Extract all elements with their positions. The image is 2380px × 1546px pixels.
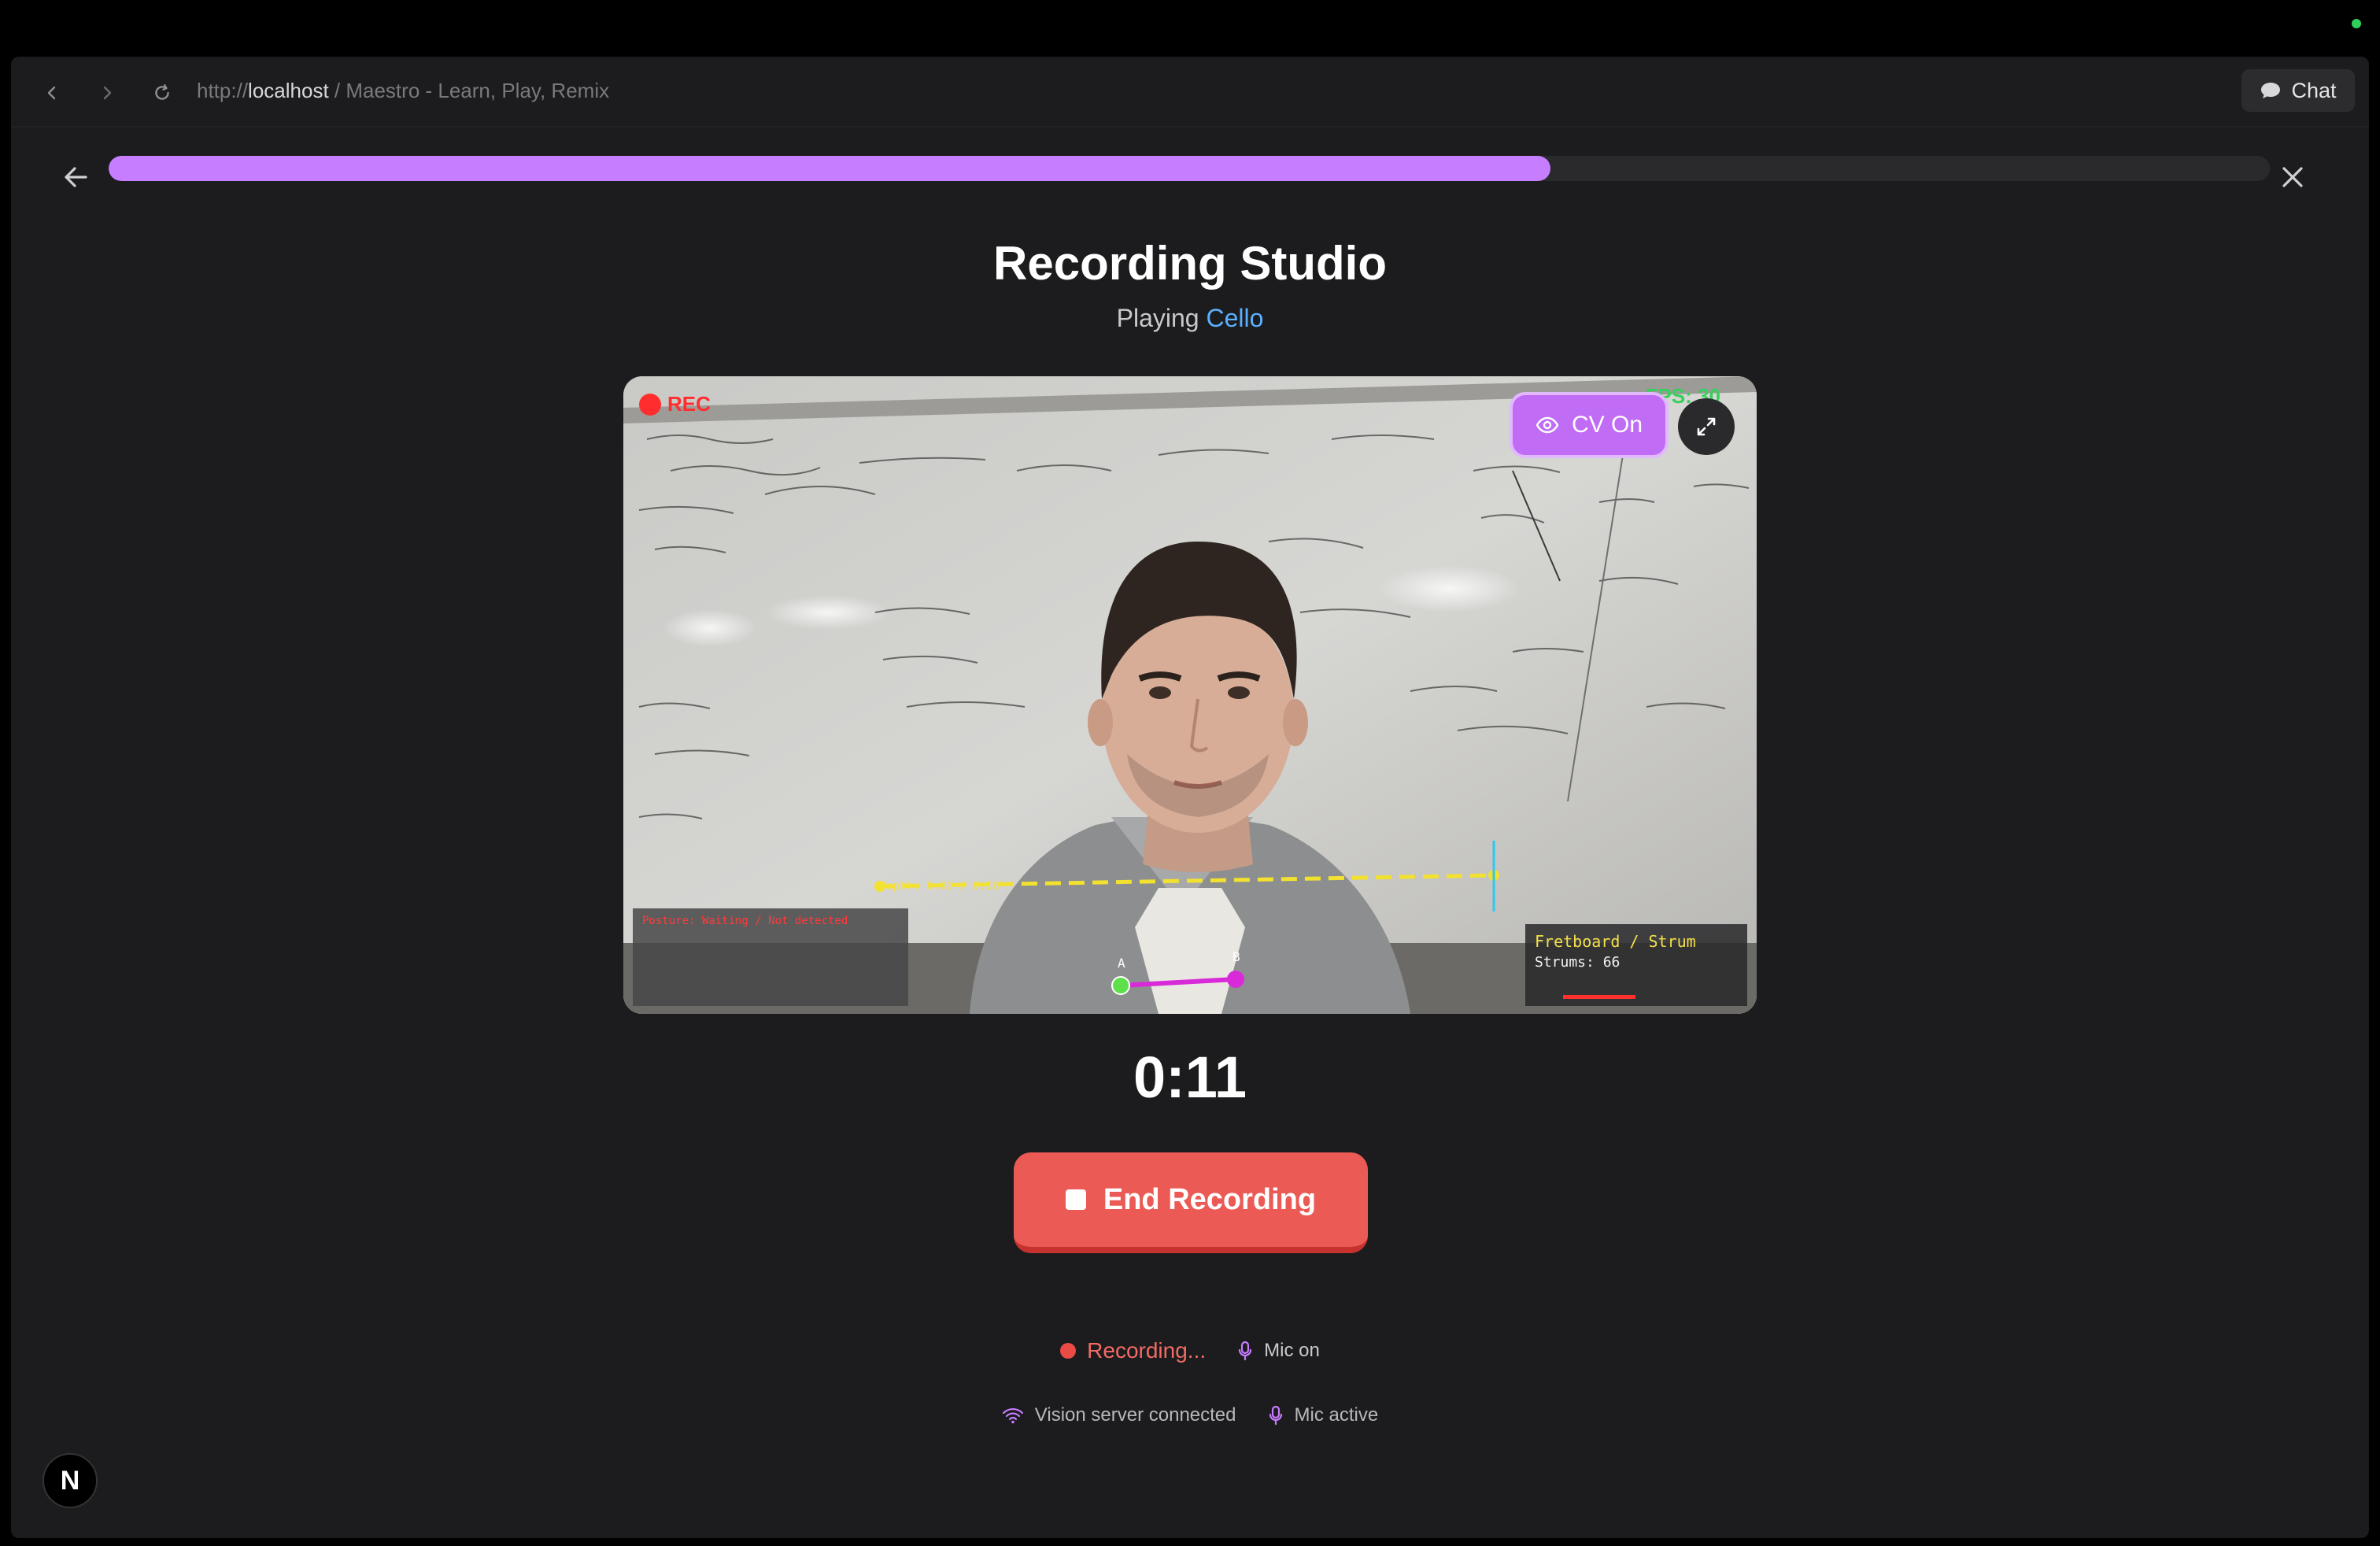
microphone-icon [1269, 1405, 1282, 1426]
posture-overlay-text: Posture: Waiting / Not detected [642, 915, 848, 927]
stop-icon [1065, 1189, 1086, 1210]
recording-status-row: Recording... Mic on [11, 1338, 2369, 1363]
camera-feed: REC FPS: 30 CV On Depth: 0.00 / 0.00 Pos… [623, 376, 1757, 1014]
lesson-progress-bar [109, 156, 2270, 181]
instrument-name: Cello [1206, 304, 1264, 332]
cv-toggle-label: CV On [1571, 412, 1643, 438]
lesson-back-button[interactable] [49, 150, 104, 205]
browser-window: http://localhost / Maestro - Learn, Play… [11, 57, 2369, 1538]
page-title: Recording Studio [993, 237, 1387, 290]
rec-dot-icon [639, 393, 661, 416]
strum-overlay-panel: Fretboard / Strum Strums: 66 [1525, 924, 1747, 1006]
close-icon [2282, 167, 2303, 187]
eye-icon [1536, 416, 1559, 434]
nextjs-devtools-button[interactable]: N [42, 1453, 98, 1508]
mic-active-status: Mic active [1268, 1404, 1379, 1426]
expand-icon [1697, 417, 1716, 436]
vision-status-text: Vision server connected [1034, 1404, 1236, 1426]
rec-label: REC [667, 392, 711, 416]
chat-button[interactable]: Chat [2241, 69, 2355, 112]
recording-timer: 0:11 [1133, 1045, 1247, 1110]
recording-status-text: Recording... [1087, 1338, 1207, 1363]
end-recording-button[interactable]: End Recording [1014, 1152, 1368, 1253]
url-host: localhost [248, 79, 329, 102]
close-button[interactable] [2265, 150, 2320, 205]
strum-count: Strums: 66 [1535, 954, 1621, 971]
reload-button[interactable] [146, 77, 178, 109]
strum-panel-title: Fretboard / Strum [1535, 932, 1696, 951]
depth-overlay-label: Depth: 0.00 / 0.00 [880, 880, 1000, 893]
point-b-label: B [1232, 949, 1240, 964]
wifi-icon [1002, 1407, 1023, 1424]
address-bar[interactable]: http://localhost / Maestro - Learn, Play… [197, 79, 609, 103]
microphone-icon [1239, 1341, 1252, 1361]
chevron-right-icon [103, 86, 112, 100]
recording-dot-icon [1060, 1343, 1077, 1359]
reload-icon [155, 84, 169, 100]
chat-label: Chat [2291, 78, 2337, 102]
chat-bubble-icon [2261, 83, 2281, 98]
page-title-in-url: / Maestro - Learn, Play, Remix [334, 79, 610, 102]
page-subtitle: Playing Cello [11, 304, 2369, 333]
mic-active-text: Mic active [1294, 1404, 1379, 1426]
url-scheme: http:// [197, 79, 249, 102]
devtools-badge-letter: N [60, 1465, 80, 1496]
cv-toggle-button[interactable]: CV On [1510, 392, 1669, 458]
strum-level-bar [1563, 995, 1635, 999]
fullscreen-button[interactable] [1678, 398, 1735, 455]
posture-overlay-panel: Posture: Waiting / Not detected [633, 908, 908, 1006]
back-nav-button[interactable] [36, 77, 68, 109]
mic-status: Mic on [1237, 1340, 1320, 1362]
subtitle-prefix: Playing [1116, 304, 1199, 332]
end-recording-label: End Recording [1103, 1182, 1317, 1216]
system-topbar [0, 0, 2380, 52]
browser-toolbar: http://localhost / Maestro - Learn, Play… [11, 57, 2369, 128]
lesson-progress-fill [109, 156, 1550, 181]
vision-server-status: Vision server connected [1002, 1404, 1236, 1426]
forward-nav-button[interactable] [91, 77, 123, 109]
chevron-left-icon [47, 86, 56, 100]
recording-status: Recording... [1060, 1338, 1206, 1363]
connection-status-row: Vision server connected Mic active [11, 1404, 2369, 1426]
mic-status-text: Mic on [1264, 1340, 1320, 1361]
point-a-label: A [1118, 956, 1125, 971]
arrow-left-icon [65, 167, 87, 187]
status-indicator [2352, 19, 2361, 28]
rec-indicator: REC [639, 392, 711, 416]
